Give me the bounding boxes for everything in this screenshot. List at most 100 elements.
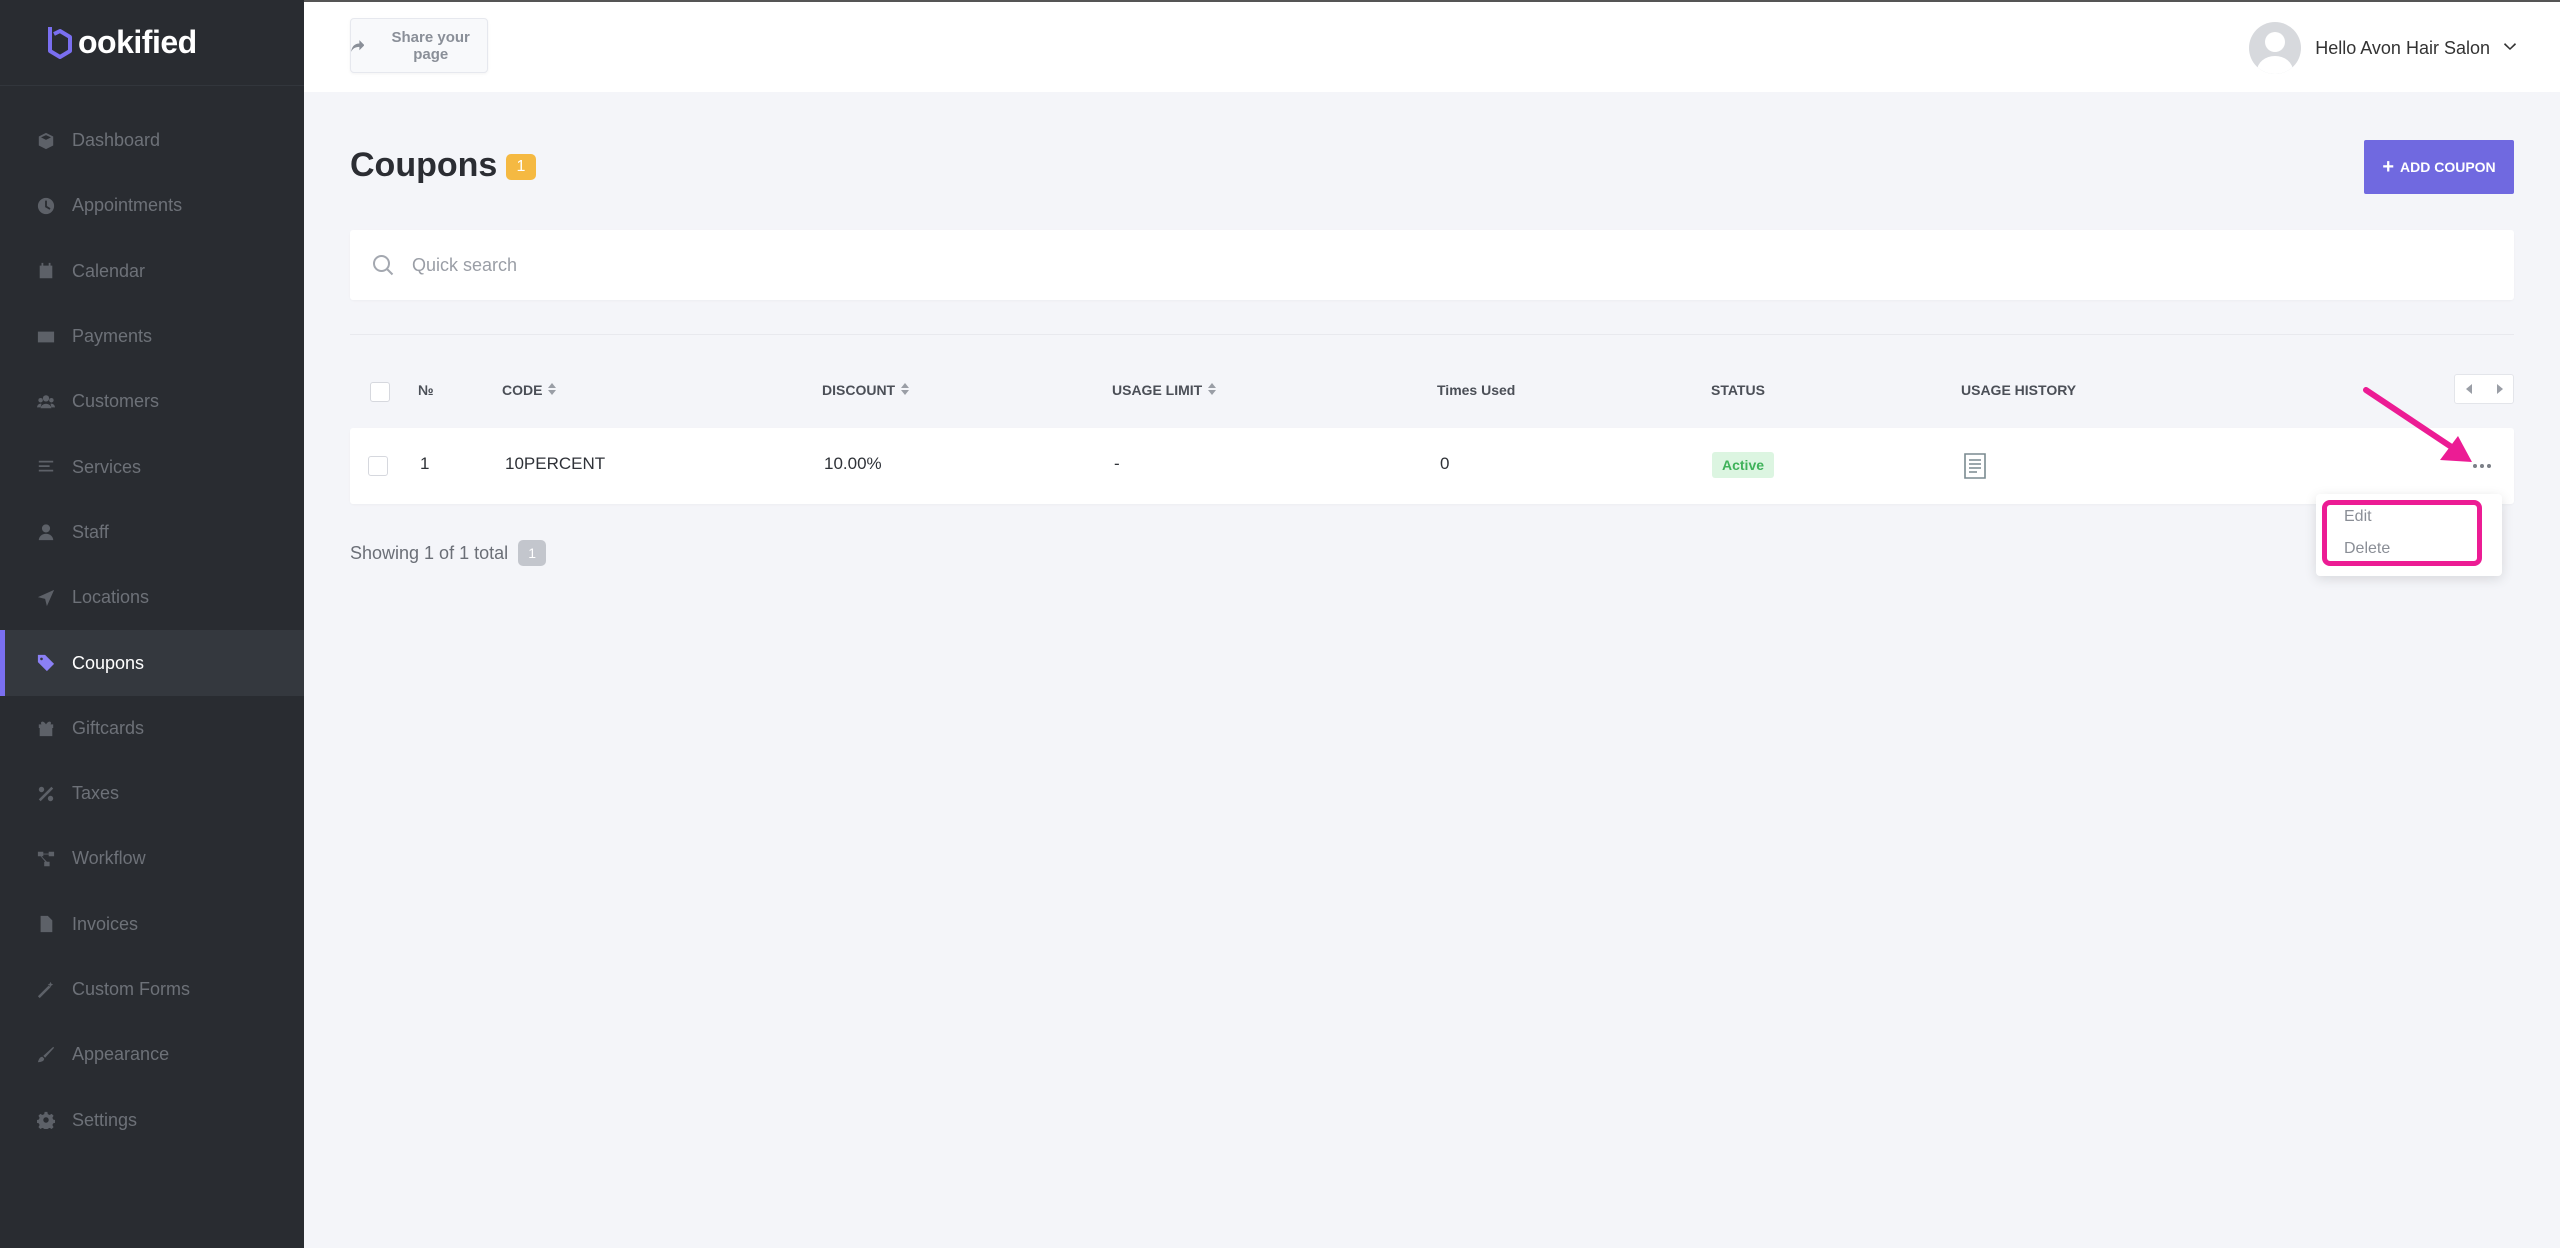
divider [350,334,2514,335]
search-input[interactable] [412,254,2212,276]
chevron-down-icon [2504,39,2516,57]
cell-usage-limit: - [1114,454,1120,473]
sidebar-item-label: Giftcards [72,717,145,738]
sidebar-item-label: Custom Forms [72,979,191,999]
sidebar-item-label: Staff [72,521,109,542]
header-discount-label: DISCOUNT [822,382,896,398]
edit-menu-item[interactable]: Edit [2344,508,2372,526]
top-bar: Share your page Hello Avon Hair Salon [304,0,2560,92]
add-coupon-button[interactable]: + ADD COUPON [2364,140,2514,194]
users-icon [36,392,56,412]
sidebar-item-appearance[interactable]: Appearance [0,1022,304,1087]
header-usage-history: USAGE HISTORY [1961,382,2077,398]
sidebar-item-label: Appointments [72,195,183,216]
pagination-summary: Showing 1 of 1 total 1 [350,540,547,566]
chevron-left-icon[interactable] [2455,375,2484,403]
showing-text: Showing 1 of 1 total [350,542,509,563]
sidebar-item-settings[interactable]: Settings [0,1087,304,1152]
search-bar [350,230,2514,300]
header-usage-limit-label: USAGE LIMIT [1112,382,1203,398]
gift-icon [36,718,56,738]
table-header: № CODE DISCOUNT USAGE LIMIT Times Used S… [350,372,2514,412]
sidebar-item-giftcards[interactable]: Giftcards [0,696,304,761]
sidebar-item-taxes[interactable]: Taxes [0,761,304,826]
header-code-label: CODE [502,382,543,398]
user-menu[interactable]: Hello Avon Hair Salon [2249,22,2516,74]
tag-icon [36,653,56,673]
sidebar-item-label: Workflow [72,848,146,869]
cell-times-used: 0 [1440,454,1450,473]
sidebar-item-label: Appearance [72,1044,170,1065]
header-discount[interactable]: DISCOUNT [822,382,910,398]
sidebar-item-label: Services [72,456,142,477]
sidebar-item-invoices[interactable]: Invoices [0,892,304,957]
table-row: 1 10PERCENT 10.00% - 0 Active [350,428,2514,504]
header-status: STATUS [1711,382,1765,398]
sort-icon [901,382,910,398]
sidebar-item-workflow[interactable]: Workflow [0,826,304,891]
brush-icon [36,1045,56,1065]
workflow-icon [36,849,56,869]
status-badge: Active [1712,452,1775,478]
avatar [2249,22,2302,74]
sidebar-item-label: Invoices [72,913,139,934]
calendar-icon [36,261,56,281]
share-page-label: Share your page [391,28,470,63]
sidebar-item-customers[interactable]: Customers [0,369,304,434]
user-greeting: Hello Avon Hair Salon [2315,37,2490,58]
sidebar-item-dashboard[interactable]: Dashboard [0,108,304,173]
sidebar-item-payments[interactable]: Payments [0,304,304,369]
share-icon [351,39,365,52]
delete-menu-item[interactable]: Delete [2344,540,2390,558]
header-times-used: Times Used [1437,382,1516,398]
coupon-count-badge: 1 [506,154,536,180]
brand-name: ookified [78,24,197,60]
page-title: Coupons [350,146,498,184]
sidebar-item-label: Locations [72,587,150,608]
brand-logo[interactable]: ookified [0,0,304,86]
usage-history-icon[interactable] [1962,452,1988,480]
sidebar-item-label: Taxes [72,783,120,804]
more-actions-icon[interactable] [2468,454,2496,478]
share-page-button[interactable]: Share your page [350,18,488,73]
row-actions-menu: Edit Delete [2316,494,2502,576]
sidebar-item-label: Settings [72,1109,138,1130]
sidebar-item-coupons[interactable]: Coupons [0,630,304,696]
sidebar-nav: Dashboard Appointments Calendar Payments… [0,108,304,1153]
add-coupon-label: ADD COUPON [2400,159,2496,175]
sidebar-item-locations[interactable]: Locations [0,565,304,630]
sidebar-item-services[interactable]: Services [0,434,304,499]
header-usage-limit[interactable]: USAGE LIMIT [1112,382,1217,398]
row-checkbox[interactable] [368,456,388,476]
sidebar-item-label: Coupons [72,652,145,673]
chevron-right-icon[interactable] [2484,375,2513,403]
sidebar-item-appointments[interactable]: Appointments [0,173,304,238]
magic-wand-icon [36,980,56,1000]
sidebar: ookified Dashboard Appointments Calendar… [0,0,304,1248]
logo-icon [48,26,72,59]
credit-card-icon [36,327,56,347]
sidebar-item-label: Dashboard [72,130,161,151]
sort-icon [1208,382,1217,398]
location-arrow-icon [36,588,56,608]
percent-icon [36,784,56,804]
gear-icon [36,1110,56,1130]
cell-number: 1 [420,454,430,473]
header-code[interactable]: CODE [502,382,557,398]
clock-icon [36,196,56,216]
sidebar-item-custom-forms[interactable]: Custom Forms [0,957,304,1022]
search-icon [373,255,394,276]
header-number: № [418,382,434,398]
cell-discount: 10.00% [824,454,882,473]
cube-icon [36,131,56,151]
plus-icon: + [2382,156,2394,178]
user-icon [36,522,56,542]
sidebar-item-label: Payments [72,326,153,347]
list-icon [36,457,56,477]
sidebar-item-staff[interactable]: Staff [0,500,304,565]
sort-icon [548,382,557,398]
sidebar-item-calendar[interactable]: Calendar [0,239,304,304]
select-all-checkbox[interactable] [370,382,390,402]
sidebar-item-label: Customers [72,391,160,412]
page-number-badge[interactable]: 1 [518,540,547,566]
